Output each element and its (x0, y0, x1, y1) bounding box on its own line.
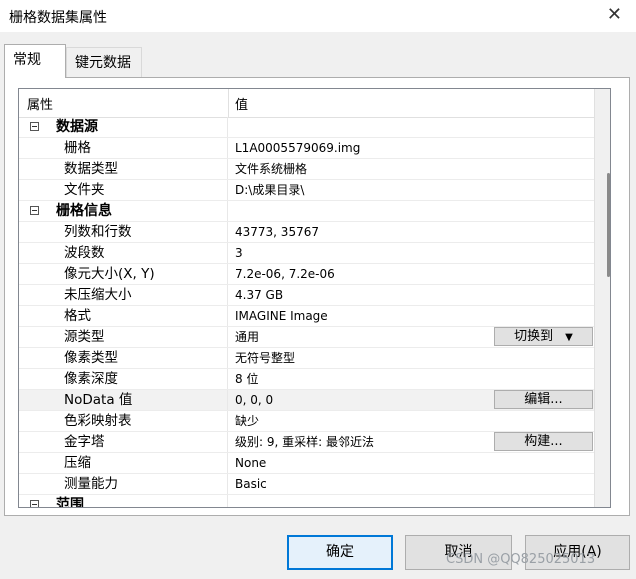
row-label-text: 像素类型 (64, 350, 118, 366)
row-label-text: 列数和行数 (64, 224, 132, 240)
window-title: 栅格数据集属性 (9, 10, 107, 26)
property-value[interactable]: None (235, 453, 494, 473)
property-value[interactable]: 7.2e-06, 7.2e-06 (235, 264, 494, 284)
property-value[interactable]: 3 (235, 243, 494, 263)
property-label: 波段数 (19, 243, 228, 263)
header-divider[interactable] (228, 89, 229, 117)
property-label: 文件夹 (19, 180, 228, 200)
property-label: 测量能力 (19, 474, 228, 494)
property-row[interactable]: 像素类型 无符号整型 (19, 348, 594, 369)
category-row[interactable]: 范围 (19, 495, 594, 508)
row-label-text: 金字塔 (64, 434, 105, 450)
property-value[interactable]: 缺少 (235, 411, 494, 431)
tab-key-metadata[interactable]: 键元数据 (66, 47, 142, 78)
category-label: 数据源 (19, 117, 228, 137)
row-label-text: 格式 (64, 308, 91, 324)
row-label-text: 测量能力 (64, 476, 118, 492)
property-value[interactable]: IMAGINE Image (235, 306, 494, 326)
property-value[interactable]: 8 位 (235, 369, 494, 389)
row-label-text: 色彩映射表 (64, 413, 132, 429)
property-grid: 属性 值 数据源 栅格 L1A0005579069.img 数据类型 文件系统栅格 文件夹… (18, 88, 611, 508)
property-value[interactable]: 级别: 9, 重采样: 最邻近法 (235, 432, 494, 452)
property-label: 像元大小(X, Y) (19, 264, 228, 284)
property-row[interactable]: 源类型 通用 切换到 ▼ (19, 327, 594, 348)
property-value[interactable]: D:\成果目录\ (235, 180, 494, 200)
property-label: NoData 值 (19, 390, 228, 410)
property-row[interactable]: 栅格 L1A0005579069.img (19, 138, 594, 159)
property-row[interactable]: 未压缩大小 4.37 GB (19, 285, 594, 306)
property-row[interactable]: 格式 IMAGINE Image (19, 306, 594, 327)
property-value[interactable]: 文件系统栅格 (235, 159, 494, 179)
row-button-label: 构建... (524, 434, 563, 449)
row-label-text: 栅格 (64, 140, 91, 156)
vertical-scrollbar[interactable] (594, 89, 610, 507)
header-property: 属性 (27, 98, 54, 113)
property-row[interactable]: 像素深度 8 位 (19, 369, 594, 390)
category-label: 范围 (19, 495, 228, 508)
title-bar: 栅格数据集属性 ✕ (0, 0, 636, 32)
scrollbar-thumb[interactable] (607, 173, 610, 277)
property-label: 源类型 (19, 327, 228, 347)
grid-rows: 数据源栅格 L1A0005579069.img 数据类型 文件系统栅格文件夹 D:\成果… (19, 117, 594, 508)
property-row[interactable]: 色彩映射表 缺少 (19, 411, 594, 432)
property-row[interactable]: 波段数 3 (19, 243, 594, 264)
row-label-text: 波段数 (64, 245, 105, 261)
property-row[interactable]: 测量能力 Basic (19, 474, 594, 495)
switch-to-dropdown[interactable]: 切换到 ▼ (494, 327, 593, 346)
category-row[interactable]: 数据源 (19, 117, 594, 138)
cancel-button[interactable]: 取消 (405, 535, 512, 570)
property-value[interactable]: Basic (235, 474, 494, 494)
category-label: 栅格信息 (19, 201, 228, 221)
property-label: 列数和行数 (19, 222, 228, 242)
tab-panel: 属性 值 数据源 栅格 L1A0005579069.img 数据类型 文件系统栅格 文件夹… (4, 77, 630, 516)
category-row[interactable]: 栅格信息 (19, 201, 594, 222)
tab-general[interactable]: 常规 (4, 44, 66, 78)
row-action-button[interactable]: 编辑... (494, 390, 593, 409)
row-label-text: 像素深度 (64, 371, 118, 387)
property-label: 色彩映射表 (19, 411, 228, 431)
property-value[interactable]: L1A0005579069.img (235, 138, 494, 158)
property-row[interactable]: 列数和行数 43773, 35767 (19, 222, 594, 243)
row-label-text: 栅格信息 (56, 203, 112, 219)
property-label: 栅格 (19, 138, 228, 158)
row-label-text: NoData 值 (64, 392, 133, 408)
row-label-text: 文件夹 (64, 182, 105, 198)
property-row[interactable]: 像元大小(X, Y) 7.2e-06, 7.2e-06 (19, 264, 594, 285)
property-row[interactable]: 文件夹 D:\成果目录\ (19, 180, 594, 201)
triangle-down-icon: ▼ (565, 332, 573, 343)
ok-button[interactable]: 确定 (287, 535, 393, 570)
row-action-button[interactable]: 构建... (494, 432, 593, 451)
property-label: 数据类型 (19, 159, 228, 179)
property-label: 像素类型 (19, 348, 228, 368)
property-row[interactable]: 金字塔 级别: 9, 重采样: 最邻近法 构建... (19, 432, 594, 453)
row-button-label: 编辑... (524, 392, 563, 407)
property-value[interactable]: 通用 (235, 327, 494, 347)
property-label: 格式 (19, 306, 228, 326)
row-label-text: 源类型 (64, 329, 105, 345)
property-label: 未压缩大小 (19, 285, 228, 305)
property-value[interactable]: 43773, 35767 (235, 222, 494, 242)
row-label-text: 数据源 (56, 119, 98, 135)
property-value[interactable]: 无符号整型 (235, 348, 494, 368)
row-label-text: 未压缩大小 (64, 287, 132, 303)
property-row[interactable]: NoData 值 0, 0, 0 编辑... (19, 390, 594, 411)
row-button-label: 切换到 (514, 329, 554, 344)
property-value[interactable]: 4.37 GB (235, 285, 494, 305)
property-value[interactable]: 0, 0, 0 (235, 390, 494, 410)
row-label-text: 范围 (56, 497, 84, 508)
apply-button[interactable]: 应用(A) (525, 535, 630, 570)
property-label: 压缩 (19, 453, 228, 473)
row-label-text: 像元大小(X, Y) (64, 266, 155, 282)
property-label: 金字塔 (19, 432, 228, 452)
grid-header: 属性 值 (19, 89, 594, 118)
property-label: 像素深度 (19, 369, 228, 389)
property-row[interactable]: 压缩 None (19, 453, 594, 474)
row-label-text: 数据类型 (64, 161, 118, 177)
row-label-text: 压缩 (64, 455, 91, 471)
header-value: 值 (235, 98, 249, 113)
property-row[interactable]: 数据类型 文件系统栅格 (19, 159, 594, 180)
close-icon[interactable]: ✕ (607, 4, 622, 25)
